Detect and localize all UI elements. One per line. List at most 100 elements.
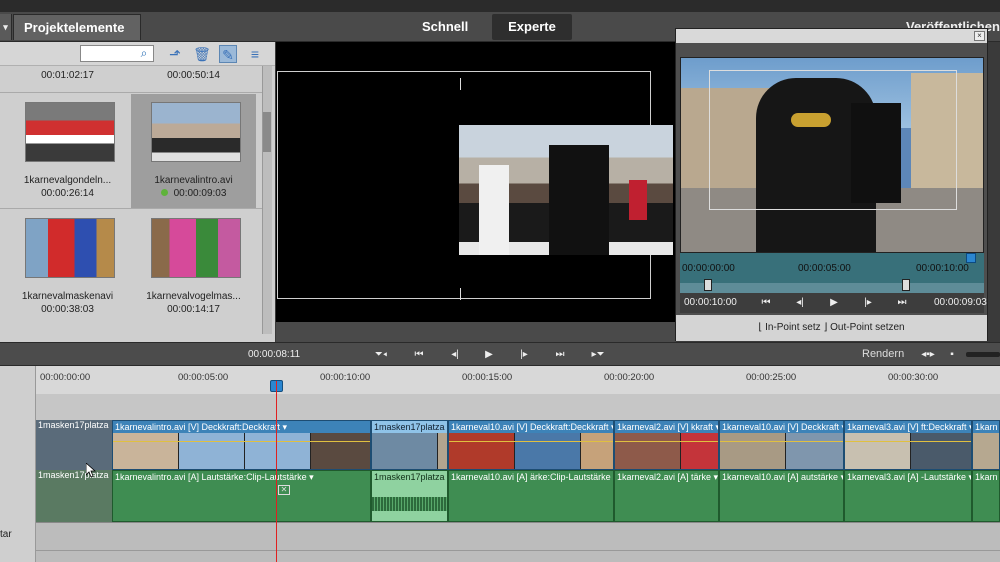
projektelemente-tab[interactable]: Projektelemente ▾ [13, 14, 141, 61]
step-forward-icon[interactable]: |▸ [860, 296, 876, 310]
clip-name: 1karnevalgondeln... [23, 175, 112, 186]
clip-playhead[interactable] [966, 253, 976, 263]
go-to-start-icon[interactable]: ⏮ [411, 348, 427, 362]
video-clip[interactable]: 1karneval10.avi [V] Deckkraft ▾ [719, 420, 844, 470]
clip-label: 1karneval3.avi [A] -Lautstärke ▾ [847, 472, 971, 482]
clip-name: 1karnevalintro.avi [154, 175, 233, 186]
audio-clip[interactable]: 1karneval10.avi [A] ärke:Clip-Lautstärke… [448, 470, 614, 522]
play-icon[interactable]: ▶ [481, 348, 497, 362]
timeline-playhead[interactable] [276, 381, 277, 562]
clip-duration: 00:00:26:14 [41, 188, 94, 199]
search-icon[interactable]: ⌕ [137, 46, 151, 60]
project-toolbar: ⌕ ⬏ 🗑 ✎ ≡ [0, 42, 275, 66]
timeline-timecode[interactable]: 00:00:08:11 [248, 349, 300, 360]
out-point-handle[interactable] [902, 279, 910, 291]
mouse-cursor-icon [85, 462, 97, 478]
scrub-start-time: 00:00:00:00 [682, 263, 735, 274]
project-scrollbar[interactable] [262, 66, 272, 334]
clip-item[interactable]: ▦ 1karnevalgondeln... 00:00:26:14 [5, 94, 130, 209]
out-point-bracket-icon: ⌋ [823, 322, 828, 333]
clip-item[interactable]: ▦ 1karnevalmaskenavi 00:00:38:03 [5, 210, 130, 325]
audio-clip[interactable]: 1karn [972, 470, 1000, 522]
step-forward-icon[interactable]: |▸ [516, 348, 532, 362]
in-point-button[interactable]: In-Point setz [765, 322, 821, 333]
clip-thumbnail: ▦ [25, 102, 115, 162]
row-divider [0, 208, 262, 209]
filmstrip-icon: ▦ [240, 218, 241, 231]
empty-track[interactable] [36, 394, 1000, 420]
audio-clip[interactable]: 1karneval3.avi [A] -Lautstärke ▾ [844, 470, 972, 522]
clip-label: 1karneval10.avi [A] autstärke ▾ [722, 472, 843, 482]
audio-track-head-clip[interactable]: 1masken17platza [36, 470, 112, 522]
clip-thumbnails [615, 433, 718, 469]
pin-icon[interactable]: ✎ [219, 45, 237, 63]
ruler-tick: 00:00:15:00 [462, 372, 513, 383]
clip-monitor-titlebar[interactable] [676, 29, 987, 43]
step-back-icon[interactable]: ◂| [447, 348, 463, 362]
clip-item[interactable]: ▦ 1karnevalvogelmas... 00:00:14:17 [131, 210, 256, 325]
clip-item-selected[interactable]: ▦ 1karnevalintro.avi 00:00:09:03 [131, 94, 256, 209]
time-ruler[interactable]: 00:00:00:00 00:00:05:00 00:00:10:00 00:0… [36, 366, 1000, 394]
mode-experte-button[interactable]: Experte [492, 14, 572, 40]
close-icon[interactable]: × [974, 31, 985, 41]
video-clip-selected[interactable]: 1masken17platza [371, 420, 448, 470]
audio-waveform [372, 497, 447, 511]
video-clip[interactable]: 1karn [972, 420, 1000, 470]
window-top-strip [0, 0, 1000, 12]
go-to-next-edit-icon[interactable]: ▸⏷ [590, 348, 606, 362]
filmstrip-icon: ▦ [114, 218, 115, 231]
trash-icon[interactable]: 🗑 [193, 45, 211, 63]
clip-label: 1karn [975, 422, 998, 432]
list-view-icon[interactable]: ≡ [246, 45, 264, 63]
step-back-icon[interactable]: ◂| [792, 296, 808, 310]
clip-duration-display: 00:00:09:03 [934, 297, 987, 308]
monitor-stage[interactable] [277, 56, 673, 322]
video-track-head-clip[interactable]: 1masken17platza [36, 420, 112, 470]
opacity-line[interactable] [615, 441, 718, 442]
timeline-transport: 00:00:08:11 ⏷◂ ⏮ ◂| ▶ |▸ ⏭ ▸⏷ Rendern ◂▪… [0, 342, 1000, 366]
play-icon[interactable]: ▶ [826, 296, 842, 310]
go-to-start-icon[interactable]: ⏮ [758, 296, 774, 310]
audio-clip-selected[interactable]: 1masken17platza [371, 470, 448, 522]
track-divider [36, 522, 1000, 523]
in-point-handle[interactable] [704, 279, 712, 291]
audio-clip[interactable]: 1karneval10.avi [A] autstärke ▾ [719, 470, 844, 522]
project-scrollbar-thumb[interactable] [263, 112, 271, 152]
video-clip[interactable]: 1karnevalintro.avi [V] Deckkraft:Deckkra… [112, 420, 371, 470]
title-safe-frame [709, 70, 957, 210]
out-point-button[interactable]: Out-Point setzen [830, 322, 904, 333]
import-folder-icon[interactable]: ⬏ [166, 45, 184, 63]
opacity-line[interactable] [449, 441, 613, 442]
audio-clip[interactable]: 1karneval2.avi [A] tärke ▾ [614, 470, 719, 522]
opacity-line[interactable] [720, 441, 843, 442]
zoom-fit-icon[interactable]: ◂▪▸ [920, 348, 936, 362]
scrub-track[interactable] [680, 283, 984, 293]
video-clip[interactable]: 1karneval10.avi [V] Deckkraft:Deckkraft … [448, 420, 614, 470]
audio-clip[interactable]: 1karnevalintro.avi [A] Lautstärke:Clip-L… [112, 470, 371, 522]
used-indicator-icon [160, 189, 168, 196]
render-button[interactable]: Rendern [862, 348, 904, 360]
go-to-end-icon[interactable]: ⏭ [552, 348, 568, 362]
clip-thumbnail: ▦ [151, 218, 241, 278]
panel-collapse-tab[interactable]: ▾ [0, 14, 12, 40]
clip-duration: 00:00:14:17 [167, 304, 220, 315]
costume-figure [479, 165, 509, 255]
clip-label: 1karneval10.avi [V] Deckkraft ▾ [722, 422, 843, 432]
go-to-previous-edit-icon[interactable]: ⏷◂ [373, 348, 389, 362]
zoom-slider-icon[interactable]: ▪ [944, 348, 960, 362]
track-head-label: 1masken17platza [38, 420, 109, 430]
clip-thumbnail: ▦ [25, 218, 115, 278]
opacity-line[interactable] [113, 441, 370, 442]
video-clip[interactable]: 1karneval2.avi [V] kkraft ▾ [614, 420, 719, 470]
video-clip[interactable]: 1karneval3.avi [V] ft:Deckkraft ▾ [844, 420, 972, 470]
opacity-line[interactable] [845, 441, 971, 442]
project-panel: ⌕ ⬏ 🗑 ✎ ≡ 00:01:02:17 00:00:50:14 ▦ 1kar… [0, 42, 275, 342]
clip-thumbnails [720, 433, 843, 469]
clip-scrubber[interactable]: 00:00:00:00 00:00:05:00 00:00:10:00 [680, 253, 984, 293]
mode-schnell-button[interactable]: Schnell [412, 14, 478, 40]
timeline: 00:00:00:00 00:00:05:00 00:00:10:00 00:0… [0, 366, 1000, 562]
clip-duration-top-2: 00:00:50:14 [167, 70, 220, 81]
go-to-end-icon[interactable]: ⏭ [894, 296, 910, 310]
frame-marker [460, 78, 461, 90]
zoom-slider[interactable] [966, 352, 1000, 357]
